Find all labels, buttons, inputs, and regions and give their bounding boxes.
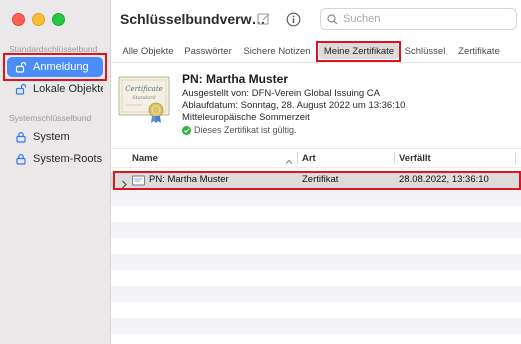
certificate-image: Certificate Standard bbox=[118, 72, 170, 124]
row-art: Zertifikat bbox=[302, 174, 339, 185]
lock-icon bbox=[15, 131, 27, 143]
certificate-name: PN: Martha Muster bbox=[182, 72, 289, 86]
empty-row bbox=[111, 254, 521, 270]
column-separator[interactable] bbox=[394, 152, 395, 164]
sidebar: Standardschlüsselbund Anmeldung Lokale O… bbox=[0, 0, 111, 344]
tabs-divider bbox=[111, 62, 521, 63]
info-icon[interactable] bbox=[285, 11, 301, 27]
table-top-divider bbox=[111, 148, 521, 149]
empty-row bbox=[111, 190, 521, 206]
sidebar-item-label: System-Roots bbox=[33, 153, 103, 165]
window-controls bbox=[12, 13, 65, 26]
search-input[interactable] bbox=[338, 13, 503, 25]
toolbar: Schlüsselbundverw… bbox=[111, 0, 521, 40]
empty-row bbox=[111, 222, 521, 238]
certificate-status: Dieses Zertifikat ist gültig. bbox=[182, 125, 297, 135]
app-title: Schlüsselbundverw… bbox=[120, 11, 266, 27]
sidebar-item-label: Lokale Objekte bbox=[33, 83, 103, 95]
certificate-caption: Certificate bbox=[125, 85, 163, 93]
certificate-subcaption: Standard bbox=[132, 95, 155, 101]
column-header-verfaellt[interactable]: Verfällt bbox=[399, 150, 431, 166]
tab-schluessel[interactable]: Schlüssel bbox=[404, 43, 446, 59]
tab-zertifikate[interactable]: Zertifikate bbox=[456, 43, 502, 59]
row-name: PN: Martha Muster bbox=[149, 174, 229, 185]
row-verfaellt: 28.08.2022, 13:36:10 bbox=[399, 174, 489, 185]
tab-passwoerter[interactable]: Passwörter bbox=[183, 43, 233, 59]
disclosure-chevron-icon[interactable] bbox=[121, 176, 128, 189]
checkmark-circle-icon bbox=[182, 125, 191, 135]
empty-row bbox=[111, 318, 521, 334]
sidebar-item-system[interactable]: System bbox=[7, 127, 103, 147]
column-header-name[interactable]: Name bbox=[132, 150, 158, 166]
sort-ascending-icon[interactable] bbox=[285, 153, 293, 164]
category-tabs: Alle Objekte Passwörter Sichere Notizen … bbox=[111, 40, 521, 62]
empty-row bbox=[111, 286, 521, 302]
close-window-button[interactable] bbox=[12, 13, 25, 26]
minimize-window-button[interactable] bbox=[32, 13, 45, 26]
search-icon bbox=[327, 13, 338, 25]
section-title-system: Systemschlüsselbund bbox=[9, 113, 92, 123]
sidebar-item-label: Anmeldung bbox=[33, 61, 89, 73]
unlocked-lock-icon bbox=[15, 61, 27, 73]
lock-icon bbox=[15, 153, 27, 165]
tab-sichere-notizen[interactable]: Sichere Notizen bbox=[241, 43, 313, 59]
certificate-expiry: Ablaufdatum: Sonntag, 28. August 2022 um… bbox=[182, 100, 406, 111]
section-title-standard: Standardschlüsselbund bbox=[9, 44, 98, 54]
maximize-window-button[interactable] bbox=[52, 13, 65, 26]
sidebar-item-system-roots[interactable]: System-Roots bbox=[7, 149, 103, 169]
column-separator[interactable] bbox=[297, 152, 298, 164]
sidebar-item-label: System bbox=[33, 131, 70, 143]
edit-icon[interactable] bbox=[256, 11, 272, 27]
sidebar-item-anmeldung[interactable]: Anmeldung bbox=[7, 57, 103, 77]
tab-meine-zertifikate[interactable]: Meine Zertifikate bbox=[319, 43, 399, 59]
column-header-art[interactable]: Art bbox=[302, 150, 316, 166]
certificate-timezone: Mitteleuropäische Sommerzeit bbox=[182, 112, 310, 123]
sidebar-item-lokale-objekte[interactable]: Lokale Objekte bbox=[7, 79, 103, 99]
certificate-status-text: Dieses Zertifikat ist gültig. bbox=[194, 125, 297, 135]
search-field[interactable] bbox=[320, 8, 517, 30]
column-separator[interactable] bbox=[515, 152, 516, 164]
certificate-issuer: Ausgestellt von: DFN-Verein Global Issui… bbox=[182, 88, 381, 99]
table-header-divider bbox=[111, 167, 521, 168]
tab-alle-objekte[interactable]: Alle Objekte bbox=[120, 43, 176, 59]
unlocked-lock-icon bbox=[15, 83, 27, 95]
certificate-icon bbox=[132, 174, 145, 186]
